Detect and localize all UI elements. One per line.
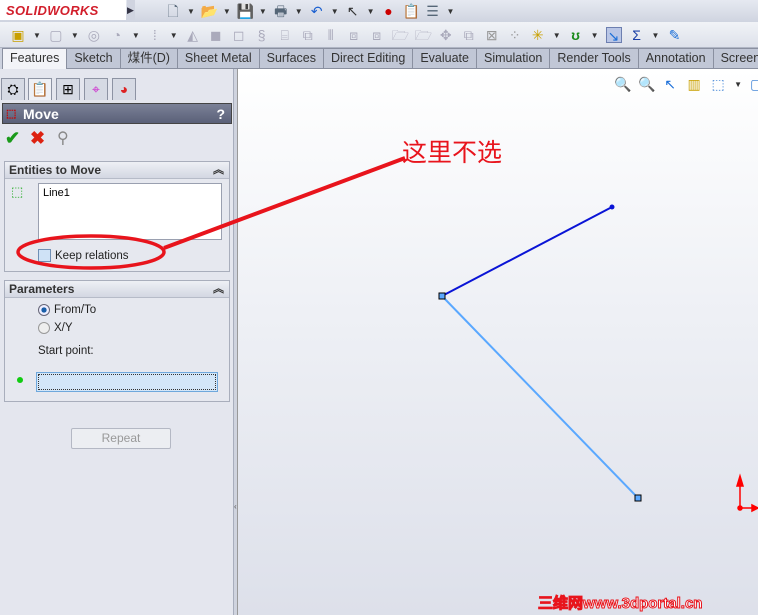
line-endpoint[interactable] (438, 292, 446, 300)
selected-sketch-line[interactable] (441, 206, 613, 297)
sketch-line[interactable] (441, 295, 639, 499)
watermark: 三维网www.3dportal.cn (537, 595, 703, 613)
line-endpoint[interactable] (609, 204, 615, 210)
origin-icon (735, 473, 758, 513)
annotation-pointer-line (163, 156, 406, 250)
sketch-overlay (16, 156, 758, 513)
line-endpoint[interactable] (634, 494, 642, 502)
annotation-text: 这里不选 (402, 138, 503, 167)
annotation-ellipse (16, 234, 166, 270)
